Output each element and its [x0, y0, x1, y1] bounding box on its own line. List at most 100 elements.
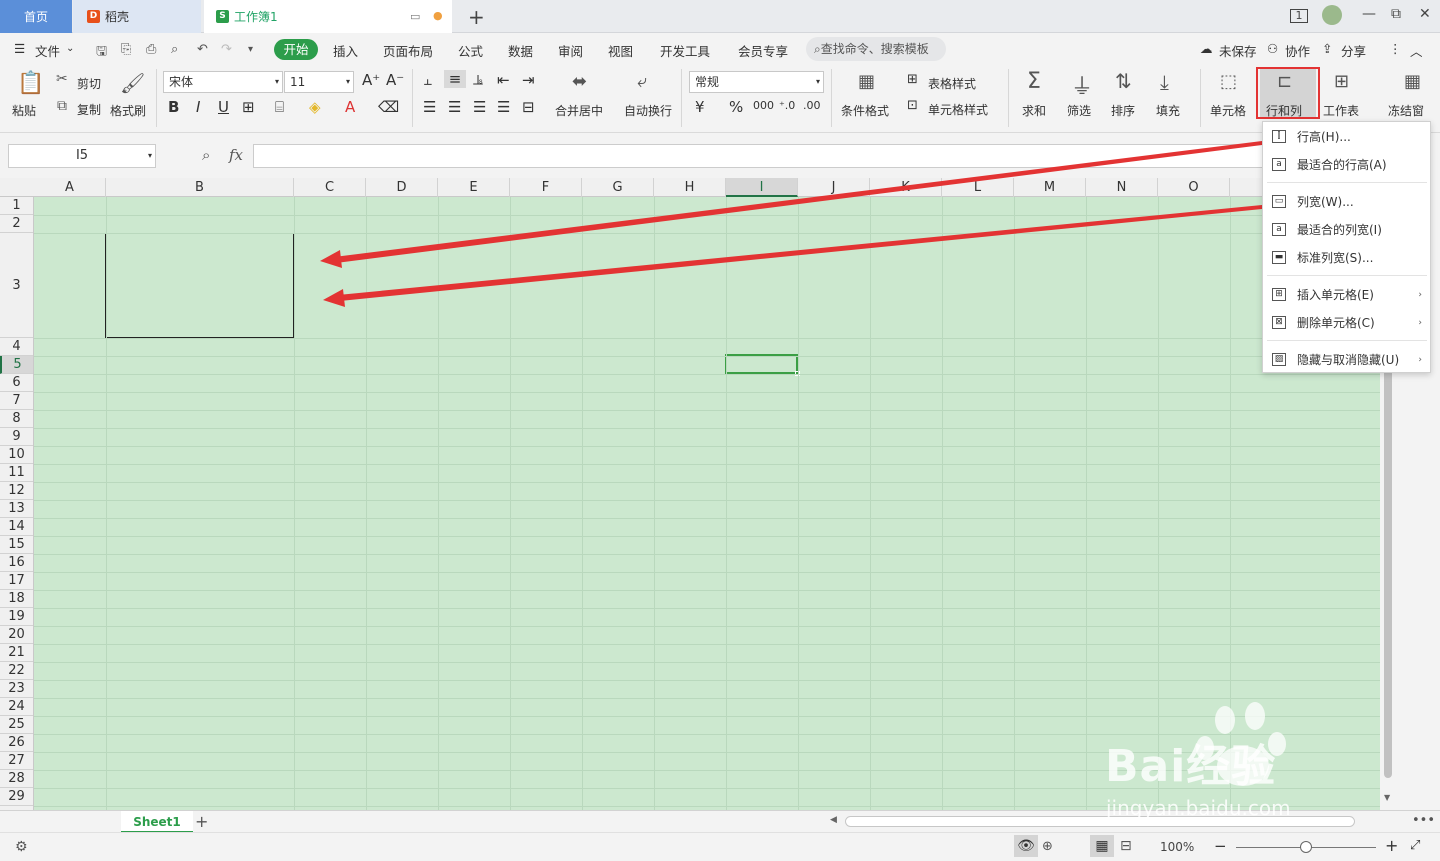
- row-header-26[interactable]: 26: [0, 734, 33, 752]
- redo-icon[interactable]: ↷: [221, 42, 232, 57]
- row-header-7[interactable]: 7: [0, 392, 33, 410]
- cell-button[interactable]: 单元格: [1210, 102, 1246, 119]
- eye-protect-icon[interactable]: 👁: [1014, 835, 1038, 857]
- column-header-f[interactable]: F: [510, 178, 582, 197]
- zoom-level[interactable]: 100%: [1160, 840, 1194, 854]
- currency-icon[interactable]: ¥: [695, 98, 705, 116]
- menu-data[interactable]: 数据: [508, 41, 533, 60]
- row-header-27[interactable]: 27: [0, 752, 33, 770]
- dropdown-item-1[interactable]: a 最适合的行高(A): [1263, 152, 1430, 178]
- zoom-out-icon[interactable]: −: [1214, 837, 1227, 855]
- row-header-2[interactable]: 2: [0, 215, 33, 233]
- row-header-17[interactable]: 17: [0, 572, 33, 590]
- row-header-5[interactable]: 5: [0, 356, 33, 374]
- view-mode-icon[interactable]: ⊕: [1042, 839, 1053, 854]
- column-header-m[interactable]: M: [1014, 178, 1086, 197]
- paste-button[interactable]: 粘贴: [12, 102, 36, 119]
- fill-color-icon[interactable]: ◈: [309, 98, 321, 116]
- avatar[interactable]: [1322, 5, 1342, 25]
- percent-icon[interactable]: %: [729, 98, 743, 116]
- add-sheet-button[interactable]: +: [195, 812, 208, 831]
- column-header-n[interactable]: N: [1086, 178, 1158, 197]
- row-header-10[interactable]: 10: [0, 446, 33, 464]
- quick-access-dropdown-icon[interactable]: ▾: [248, 44, 253, 55]
- menu-formula[interactable]: 公式: [458, 41, 483, 60]
- row-header-25[interactable]: 25: [0, 716, 33, 734]
- column-header-h[interactable]: H: [654, 178, 726, 197]
- column-header-g[interactable]: G: [582, 178, 654, 197]
- column-header-e[interactable]: E: [438, 178, 510, 197]
- minimize-icon[interactable]: —: [1362, 6, 1376, 22]
- worksheet-icon[interactable]: ⊞: [1334, 71, 1349, 92]
- indent-increase-icon[interactable]: ⇥: [522, 71, 535, 89]
- print-icon[interactable]: ⎙: [146, 42, 156, 57]
- bold-icon[interactable]: B: [168, 98, 179, 116]
- column-header-j[interactable]: J: [798, 178, 870, 197]
- scroll-left-icon[interactable]: ◀: [830, 815, 837, 825]
- decrease-font-icon[interactable]: A⁻: [386, 71, 404, 89]
- column-header-c[interactable]: C: [294, 178, 366, 197]
- sort-icon[interactable]: ⇅: [1115, 69, 1132, 93]
- paste-icon[interactable]: 📋: [17, 71, 44, 96]
- dropdown-item-6[interactable]: ⊠ 删除单元格(C) ›: [1263, 310, 1430, 336]
- row-header-15[interactable]: 15: [0, 536, 33, 554]
- row-header-12[interactable]: 12: [0, 482, 33, 500]
- collab-button[interactable]: 协作: [1285, 41, 1310, 60]
- row-header-6[interactable]: 6: [0, 374, 33, 392]
- column-header-l[interactable]: L: [942, 178, 1014, 197]
- increase-font-icon[interactable]: A⁺: [362, 71, 380, 89]
- row-header-9[interactable]: 9: [0, 428, 33, 446]
- border-icon[interactable]: ⊞: [242, 98, 255, 116]
- italic-icon[interactable]: I: [196, 98, 200, 116]
- menu-page-layout[interactable]: 页面布局: [383, 41, 433, 60]
- format-painter-icon[interactable]: 🖌: [120, 71, 145, 95]
- merge-center-icon[interactable]: ⬌: [572, 71, 587, 92]
- zoom-slider-knob[interactable]: [1300, 841, 1312, 853]
- row-header-22[interactable]: 22: [0, 662, 33, 680]
- indent-decrease-icon[interactable]: ⇤: [497, 71, 510, 89]
- sort-button[interactable]: 排序: [1111, 102, 1135, 119]
- merged-cell-b3-outline[interactable]: [105, 233, 294, 338]
- row-header-13[interactable]: 13: [0, 500, 33, 518]
- fill-icon[interactable]: ⤓: [1160, 70, 1169, 94]
- thousands-icon[interactable]: 000: [753, 99, 774, 112]
- menu-start[interactable]: 开始: [274, 39, 318, 60]
- more-icon[interactable]: ⋮: [1389, 41, 1402, 56]
- column-header-o[interactable]: O: [1158, 178, 1230, 197]
- fx-button[interactable]: fx: [229, 146, 243, 164]
- font-color-icon[interactable]: A: [345, 98, 355, 116]
- conditional-format-icon[interactable]: ▦: [858, 71, 875, 92]
- merge-center-button[interactable]: 合并居中: [555, 102, 603, 119]
- align-top-icon[interactable]: ⫠: [423, 71, 432, 89]
- undo-icon[interactable]: ↶: [197, 42, 208, 57]
- align-left-icon[interactable]: ☰: [423, 98, 436, 116]
- restore-icon[interactable]: ⧉: [1391, 6, 1401, 22]
- dropdown-item-4[interactable]: ▬ 标准列宽(S)...: [1263, 245, 1430, 271]
- distribute-icon[interactable]: ⊟: [522, 98, 535, 116]
- copy-button[interactable]: 复制: [77, 101, 101, 118]
- cut-button[interactable]: 剪切: [77, 75, 101, 92]
- more-options-icon[interactable]: •••: [1412, 813, 1435, 828]
- menu-vip[interactable]: 会员专享: [738, 41, 788, 60]
- macro-icon[interactable]: ⚙: [15, 839, 28, 855]
- align-middle-icon[interactable]: ≡: [444, 70, 466, 88]
- command-search-input[interactable]: ⌕查找命令、搜索模板: [806, 37, 946, 61]
- freeze-icon[interactable]: ▦: [1404, 71, 1421, 92]
- menu-file[interactable]: 文件: [35, 41, 60, 60]
- save-icon[interactable]: 🖫: [96, 42, 107, 64]
- dropdown-item-3[interactable]: a 最适合的列宽(I): [1263, 217, 1430, 243]
- dropdown-item-2[interactable]: ▭ 列宽(W)...: [1263, 189, 1430, 215]
- formula-input[interactable]: [253, 144, 1273, 168]
- wrap-text-button[interactable]: 自动换行: [624, 102, 672, 119]
- underline-icon[interactable]: U: [218, 98, 229, 116]
- number-format-select[interactable]: 常规 ▾: [689, 71, 824, 93]
- conditional-format-button[interactable]: 条件格式: [841, 102, 889, 119]
- new-tab-button[interactable]: +: [468, 5, 485, 29]
- fill-button[interactable]: 填充: [1156, 102, 1180, 119]
- freeze-button[interactable]: 冻结窗: [1388, 102, 1424, 119]
- strikethrough-icon[interactable]: ⌸: [275, 98, 284, 116]
- sheet-tab-sheet1[interactable]: Sheet1: [121, 811, 193, 833]
- normal-view-icon[interactable]: ▦: [1090, 835, 1114, 857]
- filter-button[interactable]: 筛选: [1067, 102, 1091, 119]
- cut-icon[interactable]: ✂: [56, 71, 68, 87]
